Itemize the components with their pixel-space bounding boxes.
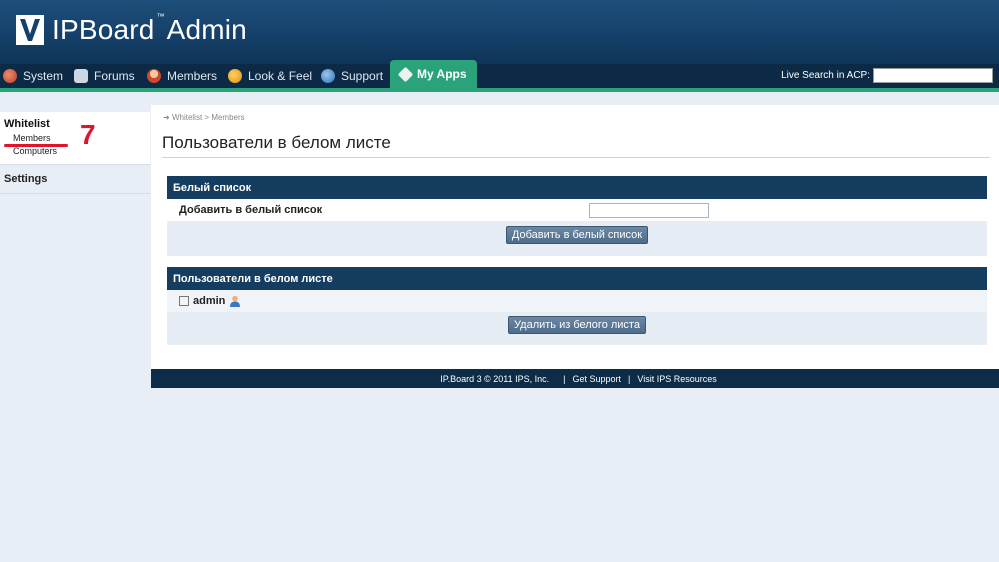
footer-get-support-link[interactable]: Get Support <box>572 374 621 384</box>
live-search: Live Search in ACP: <box>781 68 993 83</box>
logo-trademark: ™ <box>156 11 165 21</box>
footer-separator: | <box>563 373 566 384</box>
sidebar-section-whitelist: Whitelist Members Computers 7 <box>0 112 150 165</box>
sidebar-settings[interactable]: Settings <box>0 165 150 194</box>
user-checkbox[interactable] <box>179 296 189 306</box>
nav-tab-forums[interactable]: Forums <box>74 64 135 88</box>
breadcrumb-separator: > <box>204 113 210 122</box>
breadcrumb: ➜ Whitelist > Members <box>163 113 245 122</box>
sidebar-link-members[interactable]: Members <box>4 133 146 143</box>
look-feel-icon <box>228 69 242 83</box>
title-divider <box>162 157 990 158</box>
live-search-label: Live Search in ACP: <box>781 70 870 81</box>
breadcrumb-whitelist[interactable]: Whitelist <box>172 113 202 122</box>
sidebar-section-title: Whitelist <box>4 118 50 130</box>
add-whitelist-row: Добавить в белый список <box>167 199 987 221</box>
header: IPBoard ™ Admin <box>0 0 999 64</box>
logo-suffix: Admin <box>166 14 247 45</box>
remove-whitelist-button[interactable]: Удалить из белого листа <box>508 316 646 334</box>
panel-title: Белый список <box>167 176 987 199</box>
nav-tab-support[interactable]: Support <box>321 64 383 88</box>
nav-tab-my-apps[interactable]: My Apps <box>390 60 477 88</box>
logo[interactable]: IPBoard ™ Admin <box>16 11 247 46</box>
nav-tab-members[interactable]: Members <box>147 64 217 88</box>
nav-accent-bar <box>0 88 999 92</box>
add-whitelist-input[interactable] <box>589 203 709 218</box>
add-whitelist-label: Добавить в белый список <box>179 204 323 216</box>
annotation-number: 7 <box>80 119 96 150</box>
footer-separator: | <box>628 373 631 384</box>
user-row: admin <box>167 290 987 312</box>
main-content: ➜ Whitelist > Members Пользователи в бел… <box>151 105 999 369</box>
footer-resources-link[interactable]: Visit IPS Resources <box>637 374 716 384</box>
nav-tab-label: My Apps <box>417 67 467 81</box>
nav-tab-system[interactable]: System <box>3 64 63 88</box>
breadcrumb-members: Members <box>211 113 245 122</box>
footer-copyright: IP.Board 3 © 2011 IPS, Inc. <box>440 373 550 384</box>
page-title: Пользователи в белом листе <box>162 133 391 152</box>
logo-text: IPBoard <box>52 14 155 45</box>
nav-tab-label: Forums <box>94 69 135 83</box>
annotation-underline <box>4 144 68 147</box>
footer: IP.Board 3 © 2011 IPS, Inc. | Get Suppor… <box>151 369 999 388</box>
add-whitelist-panel: Белый список Добавить в белый список Доб… <box>167 176 987 256</box>
logo-v-icon <box>16 15 44 45</box>
breadcrumb-arrow-icon: ➜ <box>163 113 170 122</box>
nav-tab-look-feel[interactable]: Look & Feel <box>228 64 312 88</box>
nav-tab-label: Support <box>341 69 384 83</box>
nav-tab-label: System <box>23 69 64 83</box>
members-icon <box>147 69 161 83</box>
add-whitelist-actions: Добавить в белый список <box>167 221 987 249</box>
my-apps-icon <box>397 66 414 82</box>
nav-tab-label: Look & Feel <box>248 69 313 83</box>
sidebar: Whitelist Members Computers 7 Settings <box>0 112 150 194</box>
forums-icon <box>74 69 88 83</box>
whitelisted-users-panel: Пользователи в белом листе admin Удалить… <box>167 267 987 345</box>
remove-whitelist-actions: Удалить из белого листа <box>167 312 987 338</box>
support-icon <box>321 69 335 83</box>
system-icon <box>3 69 17 83</box>
add-whitelist-button[interactable]: Добавить в белый список <box>505 226 649 244</box>
sidebar-link-computers[interactable]: Computers <box>4 146 146 156</box>
nav-tab-label: Members <box>167 69 218 83</box>
user-icon <box>230 295 241 307</box>
live-search-input[interactable] <box>873 68 993 83</box>
user-name[interactable]: admin <box>193 295 225 307</box>
panel-title: Пользователи в белом листе <box>167 267 987 290</box>
